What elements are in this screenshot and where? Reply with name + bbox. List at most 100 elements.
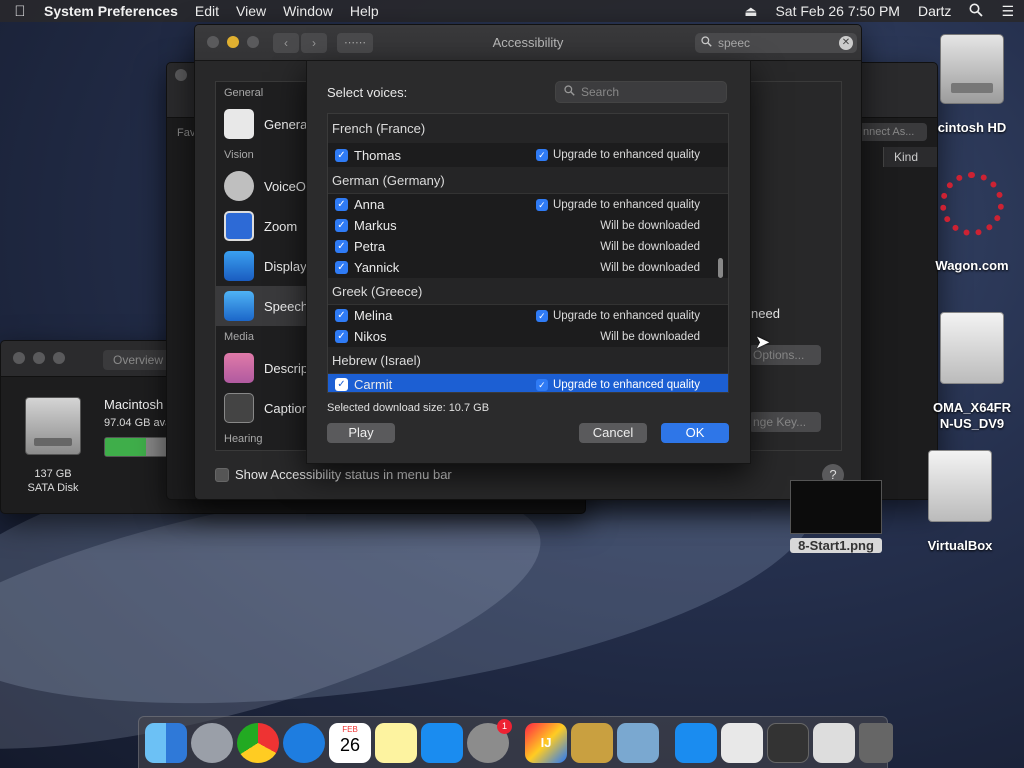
voice-checkbox[interactable]: ✓	[335, 378, 348, 391]
hard-drive-icon	[25, 397, 81, 455]
checkbox-label: Show Accessibility status in menu bar	[235, 467, 452, 482]
launchpad-rocket-icon[interactable]	[191, 722, 233, 763]
voice-checkbox[interactable]: ✓	[335, 148, 348, 162]
checkbox-box[interactable]	[215, 467, 229, 482]
menu-view[interactable]: View	[236, 3, 266, 19]
system-preferences-gear-icon[interactable]: 1	[467, 718, 512, 763]
voice-row-selected[interactable]: ✓ Carmit ✓ Upgrade to enhanced quality	[328, 374, 728, 392]
upgrade-checkbox[interactable]: ✓	[535, 149, 548, 161]
desktop-wagon[interactable]: Wagon.com	[922, 172, 1022, 273]
voice-status-text: Upgrade to enhanced quality	[552, 378, 700, 391]
voice-checkbox[interactable]: ✓	[335, 198, 348, 211]
search-placeholder: Search	[581, 85, 620, 99]
disk-type: SATA Disk	[27, 482, 79, 494]
voiceover-icon	[224, 171, 254, 201]
cancel-button[interactable]: Cancel	[579, 423, 647, 443]
desktop-virtualbox[interactable]: VirtualBox	[910, 450, 1010, 553]
calendar-icon[interactable]: FEB 26	[329, 722, 371, 763]
zoom-icon	[224, 211, 254, 241]
zoom-button[interactable]	[53, 352, 65, 364]
apple-icon[interactable]: 	[10, 3, 30, 20]
voice-checkbox[interactable]: ✓	[335, 219, 348, 232]
speech-settings-panel	[740, 81, 842, 451]
chrome-icon[interactable]	[237, 722, 279, 763]
close-button[interactable]	[13, 352, 25, 364]
menu-edit[interactable]: Edit	[195, 3, 219, 19]
menu-window[interactable]: Window	[283, 3, 333, 19]
menu-help[interactable]: Help	[350, 3, 379, 19]
search-icon	[701, 36, 712, 50]
desktop-icon-label: OMA_X64FR N-US_DV9	[922, 400, 1022, 432]
window-controls	[13, 352, 65, 364]
kind-column-header[interactable]: Kind	[883, 147, 937, 167]
voice-row[interactable]: ✓ Petra Will be downloaded	[328, 236, 728, 257]
safari-compass-icon[interactable]	[283, 722, 325, 763]
voice-name: Markus	[354, 218, 397, 233]
menu-app-name[interactable]: System Preferences	[44, 3, 178, 19]
tab-overview[interactable]: Overview	[113, 353, 163, 367]
download-size: Selected download size: 10.7 GB	[327, 402, 490, 414]
voice-checkbox[interactable]: ✓	[335, 240, 348, 253]
voice-row[interactable]: ✓ Thomas ✓ Upgrade to enhanced quality	[328, 143, 728, 167]
select-voices-sheet: Select voices: Search French (France) ✓ …	[306, 60, 751, 464]
voice-search-input[interactable]: Search	[555, 81, 727, 103]
app-store-folder-icon[interactable]	[675, 722, 717, 763]
voice-row[interactable]: ✓ Markus Will be downloaded	[328, 215, 728, 236]
minimize-button[interactable]	[33, 352, 45, 364]
change-key-button[interactable]: nge Key...	[749, 412, 821, 432]
spotlight-search-icon[interactable]	[969, 3, 984, 20]
voice-status: ✓ Upgrade to enhanced quality	[500, 198, 728, 211]
intellij-label: IJ	[540, 734, 552, 750]
desktop-macintosh-hd[interactable]: cintosh HD	[922, 34, 1022, 135]
dock: FEB 26 1 IJ	[138, 716, 893, 768]
speech-need-text: need	[751, 306, 780, 321]
menu-clock[interactable]: Sat Feb 26 7:50 PM	[775, 3, 900, 19]
window-stack-icon[interactable]	[767, 722, 809, 763]
desktop-icon-label: VirtualBox	[927, 538, 993, 553]
voice-status: Will be downloaded	[600, 261, 700, 274]
voice-row[interactable]: ✓ Melina ✓ Upgrade to enhanced quality	[328, 305, 728, 326]
voice-row[interactable]: ✓ Anna ✓ Upgrade to enhanced quality	[328, 194, 728, 215]
sysprefs-search-input[interactable]: speec ✕	[695, 33, 857, 53]
trash-icon[interactable]	[859, 722, 893, 763]
notification-center-icon[interactable]: ☰	[1001, 3, 1014, 20]
show-status-checkbox[interactable]: Show Accessibility status in menu bar	[215, 467, 452, 482]
desktop-iso-disc[interactable]: OMA_X64FR N-US_DV9	[922, 312, 1022, 432]
voice-row[interactable]: ✓ Yannick Will be downloaded	[328, 257, 728, 278]
preview-photos-icon[interactable]	[617, 722, 659, 763]
play-button[interactable]: Play	[327, 423, 395, 443]
keychain-keys-icon[interactable]	[571, 722, 613, 763]
voice-list-scrollbar[interactable]	[718, 258, 723, 278]
sysprefs-toolbar: ‹ › ⋯⋯ Accessibility speec ✕	[195, 25, 861, 61]
sidebar-item-label: Speech	[264, 298, 309, 314]
notes-icon[interactable]	[375, 722, 417, 763]
upgrade-checkbox[interactable]: ✓	[535, 309, 548, 322]
voice-name: Yannick	[354, 260, 400, 275]
ok-button[interactable]: OK	[661, 423, 729, 443]
sidebar-item-label: Descrip	[264, 360, 309, 376]
captions-icon	[224, 393, 254, 423]
finder-icon[interactable]	[145, 722, 187, 763]
downloads-stack-icon[interactable]	[813, 722, 855, 763]
sidebar-item-label: Zoom	[264, 218, 298, 234]
documents-folder-icon[interactable]	[721, 722, 763, 763]
voice-group-header: Hebrew (Israel)	[328, 347, 728, 374]
clear-search-icon[interactable]: ✕	[839, 36, 853, 50]
close-button[interactable]	[175, 69, 187, 81]
intellij-icon[interactable]: IJ	[525, 722, 567, 763]
voice-checkbox[interactable]: ✓	[335, 309, 348, 322]
png-thumbnail[interactable]	[790, 480, 882, 534]
voice-checkbox[interactable]: ✓	[335, 261, 348, 274]
sidebar-item-label: Display	[264, 258, 307, 274]
menubar:  System Preferences Edit View Window He…	[0, 0, 1024, 22]
connect-as-button[interactable]: nnect As...	[857, 123, 927, 141]
eject-icon[interactable]: ⏏	[744, 3, 757, 20]
upgrade-checkbox[interactable]: ✓	[535, 198, 548, 211]
desktop-icon-label[interactable]: 8-Start1.png	[790, 538, 882, 553]
voice-checkbox[interactable]: ✓	[335, 330, 348, 343]
voice-status: ✓ Upgrade to enhanced quality	[500, 149, 728, 161]
app-store-icon[interactable]	[421, 722, 463, 763]
upgrade-checkbox[interactable]: ✓	[535, 378, 548, 391]
voice-row[interactable]: ✓ Nikos Will be downloaded	[328, 326, 728, 347]
menu-user[interactable]: Dartz	[918, 3, 951, 19]
